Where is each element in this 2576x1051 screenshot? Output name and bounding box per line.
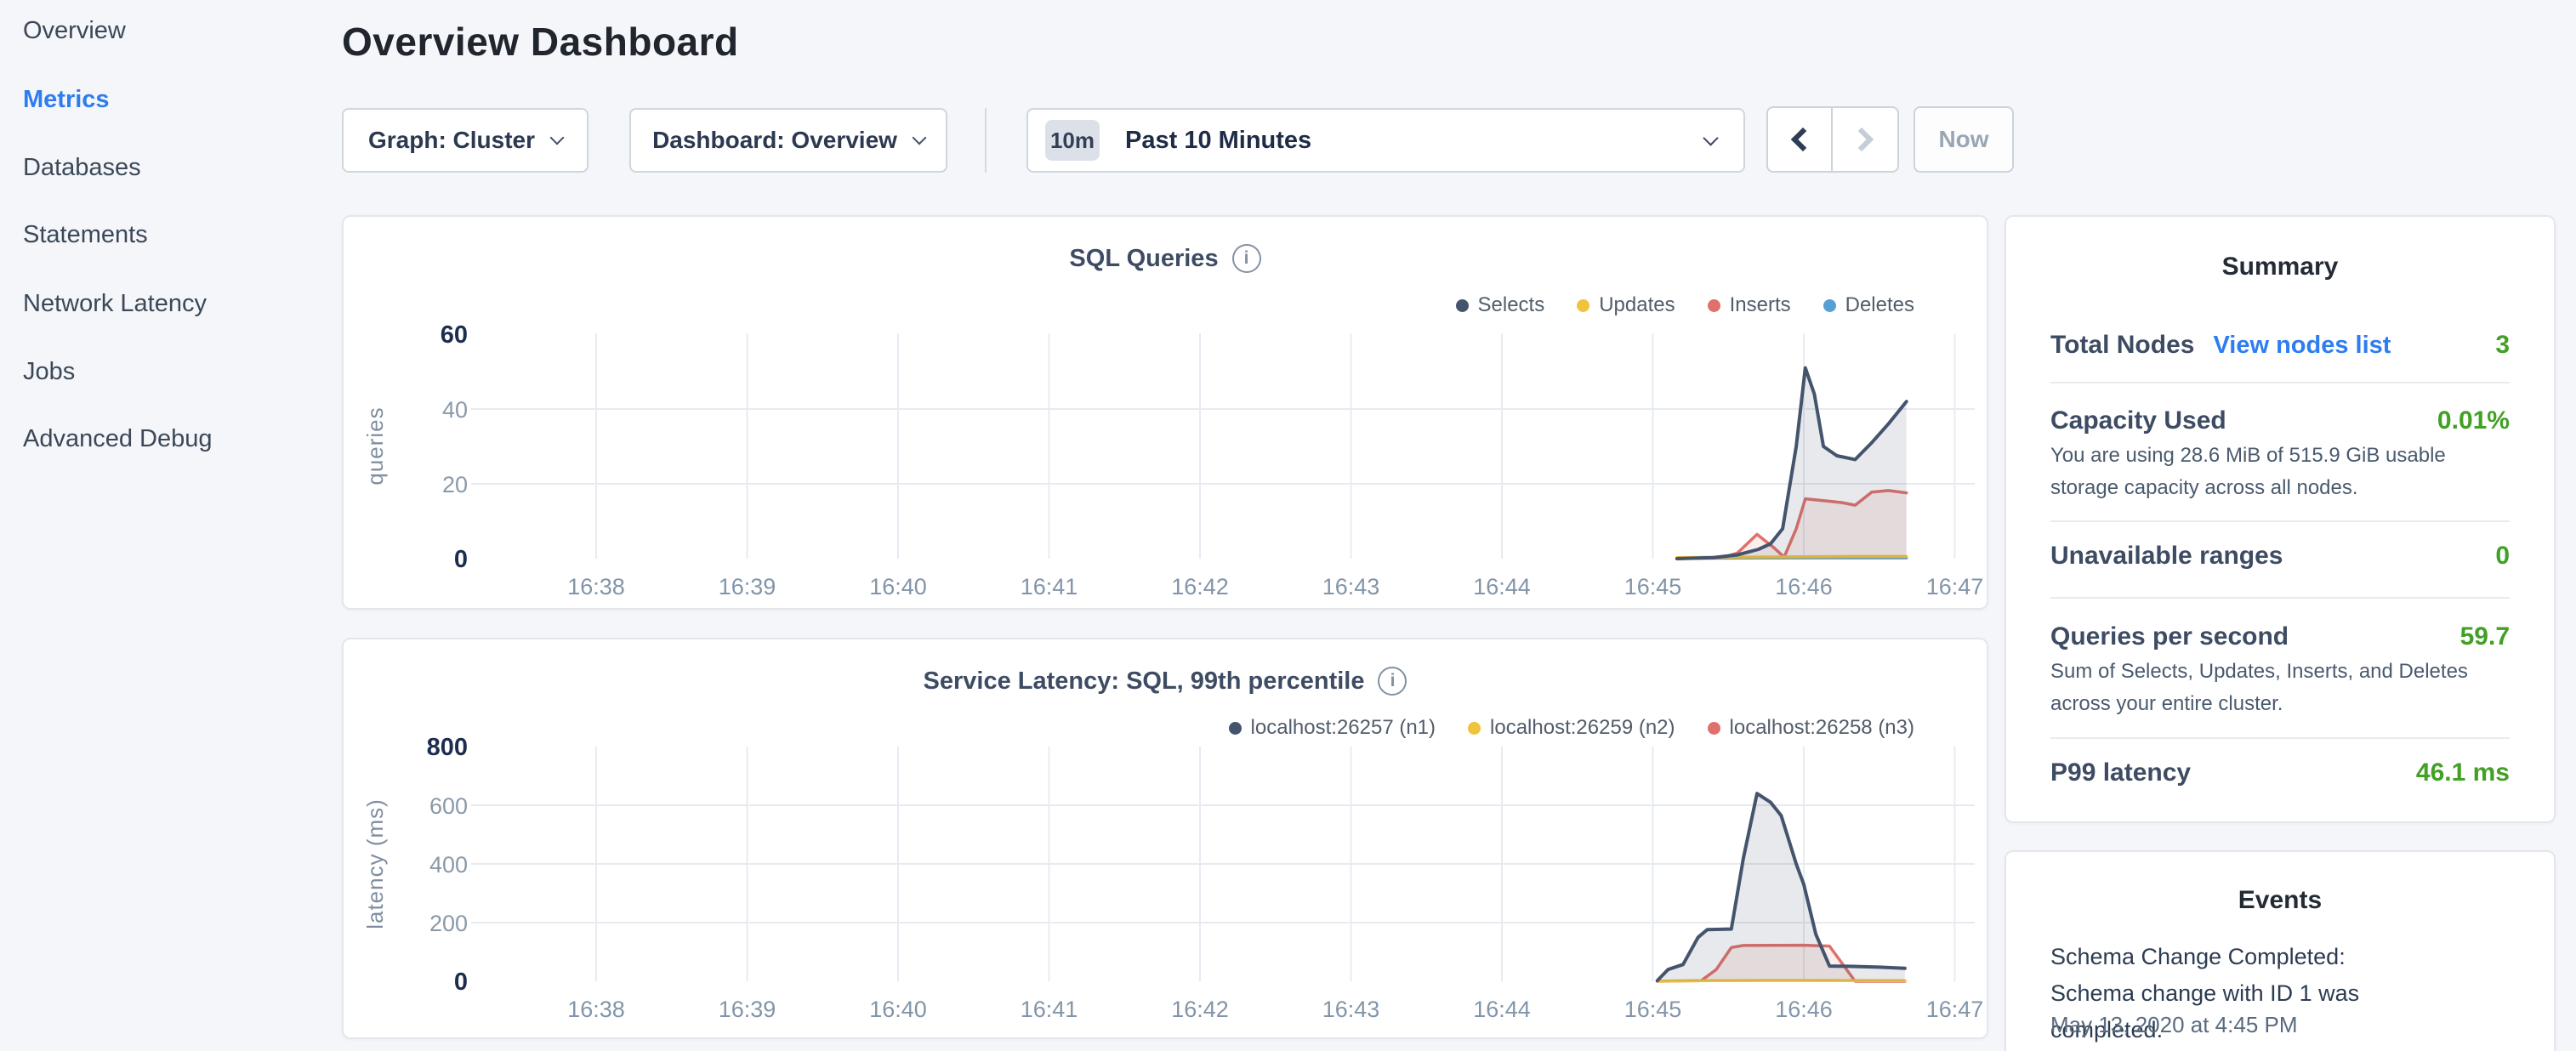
divider bbox=[2050, 737, 2510, 739]
x-tick-label: 16:44 bbox=[1473, 574, 1531, 599]
x-tick-label: 16:44 bbox=[1473, 997, 1531, 1022]
p99-latency-label: P99 latency bbox=[2050, 758, 2191, 787]
sidebar-item-databases[interactable]: Databases bbox=[23, 154, 141, 182]
y-tick-label: 600 bbox=[429, 793, 468, 819]
dashboard-dropdown[interactable]: Dashboard: Overview bbox=[629, 108, 947, 173]
x-tick-label: 16:43 bbox=[1322, 574, 1380, 599]
x-tick-label: 16:38 bbox=[567, 574, 625, 599]
x-tick-label: 16:45 bbox=[1624, 997, 1682, 1022]
total-nodes-label: Total NodesView nodes list bbox=[2050, 331, 2391, 360]
series-area-localhost:26257 (n1) bbox=[1658, 793, 1905, 981]
total-nodes-value: 3 bbox=[2495, 331, 2510, 360]
divider bbox=[2050, 597, 2510, 599]
y-tick-label: 20 bbox=[442, 472, 468, 497]
sidebar-item-metrics[interactable]: Metrics bbox=[23, 86, 110, 114]
y-axis-label: latency (ms) bbox=[362, 798, 388, 929]
x-tick-label: 16:40 bbox=[869, 997, 927, 1022]
chevron-down-icon bbox=[550, 130, 565, 145]
events-panel: Events Schema Change Completed: Schema c… bbox=[2005, 850, 2556, 1051]
y-axis-label: queries bbox=[362, 406, 388, 485]
qps-label: Queries per second bbox=[2050, 622, 2289, 651]
events-title: Events bbox=[2006, 886, 2554, 915]
y-tick-label: 800 bbox=[427, 734, 468, 761]
x-tick-label: 16:38 bbox=[567, 997, 625, 1022]
qps-description: Sum of Selects, Updates, Inserts, and De… bbox=[2050, 656, 2505, 720]
x-tick-label: 16:47 bbox=[1926, 997, 1984, 1022]
divider bbox=[2050, 382, 2510, 383]
x-tick-label: 16:42 bbox=[1171, 574, 1229, 599]
dashboard-label: Dashboard: Overview bbox=[652, 127, 897, 154]
unavailable-ranges-label: Unavailable ranges bbox=[2050, 542, 2283, 571]
sidebar: Overview Metrics Databases Statements Ne… bbox=[0, 0, 340, 1051]
y-tick-label: 40 bbox=[442, 397, 468, 423]
unavailable-ranges-value: 0 bbox=[2495, 542, 2510, 571]
capacity-used-value: 0.01% bbox=[2437, 406, 2510, 435]
x-tick-label: 16:47 bbox=[1926, 574, 1984, 599]
x-tick-label: 16:45 bbox=[1624, 574, 1682, 599]
y-tick-label: 0 bbox=[454, 969, 468, 996]
sidebar-item-advanced-debug[interactable]: Advanced Debug bbox=[23, 425, 213, 453]
x-tick-label: 16:39 bbox=[719, 574, 776, 599]
capacity-used-description: You are using 28.6 MiB of 515.9 GiB usab… bbox=[2050, 440, 2505, 504]
chevron-down-icon bbox=[912, 130, 926, 145]
x-tick-label: 16:46 bbox=[1775, 997, 1833, 1022]
page-title: Overview Dashboard bbox=[342, 19, 739, 65]
time-range-selector[interactable]: 10m Past 10 Minutes bbox=[1026, 108, 1745, 173]
x-tick-label: 16:42 bbox=[1171, 997, 1229, 1022]
time-range-label: Past 10 Minutes bbox=[1125, 127, 1311, 155]
service-latency-chart-card: Service Latency: SQL, 99th percentile lo… bbox=[342, 638, 1988, 1039]
summary-panel: Summary Total NodesView nodes list 3 Cap… bbox=[2005, 215, 2556, 823]
y-tick-label: 200 bbox=[429, 911, 468, 936]
sidebar-item-statements[interactable]: Statements bbox=[23, 221, 148, 249]
sidebar-item-jobs[interactable]: Jobs bbox=[23, 358, 75, 386]
x-tick-label: 16:46 bbox=[1775, 574, 1833, 599]
graph-scope-dropdown[interactable]: Graph: Cluster bbox=[342, 108, 589, 173]
x-tick-label: 16:41 bbox=[1021, 574, 1078, 599]
divider bbox=[2050, 520, 2510, 522]
time-step-back-button[interactable] bbox=[1768, 108, 1833, 171]
x-tick-label: 16:43 bbox=[1322, 997, 1380, 1022]
y-tick-label: 400 bbox=[429, 852, 468, 878]
x-tick-label: 16:41 bbox=[1021, 997, 1078, 1022]
x-tick-label: 16:39 bbox=[719, 997, 776, 1022]
service-latency-chart-plot[interactable]: 16:38 16:39 16:40 16:41 16:42 16:43 16:44 16:45… bbox=[344, 639, 1987, 1037]
chevron-left-icon bbox=[1791, 128, 1815, 151]
y-tick-label: 0 bbox=[454, 546, 468, 573]
y-tick-label: 60 bbox=[441, 321, 468, 349]
time-step-buttons bbox=[1766, 106, 1899, 173]
controls-divider bbox=[985, 108, 987, 173]
series-area-Selects bbox=[1677, 368, 1907, 559]
event-timestamp: May 13, 2020 at 4:45 PM bbox=[2050, 1012, 2298, 1038]
sidebar-item-overview[interactable]: Overview bbox=[23, 17, 126, 45]
chevron-down-icon bbox=[1705, 133, 1716, 148]
sql-queries-chart-plot[interactable]: 16:38 16:39 16:40 16:41 16:42 16:43 16:44 16:45… bbox=[344, 217, 1987, 608]
time-step-forward-button[interactable] bbox=[1833, 108, 1897, 171]
now-button[interactable]: Now bbox=[1914, 106, 2014, 173]
sidebar-item-network-latency[interactable]: Network Latency bbox=[23, 290, 207, 318]
x-tick-label: 16:40 bbox=[869, 574, 927, 599]
view-nodes-list-link[interactable]: View nodes list bbox=[2213, 332, 2391, 359]
chevron-right-icon bbox=[1850, 128, 1874, 151]
sql-queries-chart-card: SQL Queries Selects Updates Inserts Dele… bbox=[342, 215, 1988, 610]
graph-scope-label: Graph: Cluster bbox=[368, 127, 535, 154]
p99-latency-value: 46.1 ms bbox=[2416, 758, 2510, 787]
qps-value: 59.7 bbox=[2460, 622, 2510, 651]
summary-title: Summary bbox=[2006, 253, 2554, 281]
capacity-used-label: Capacity Used bbox=[2050, 406, 2226, 435]
time-range-badge: 10m bbox=[1045, 120, 1100, 161]
